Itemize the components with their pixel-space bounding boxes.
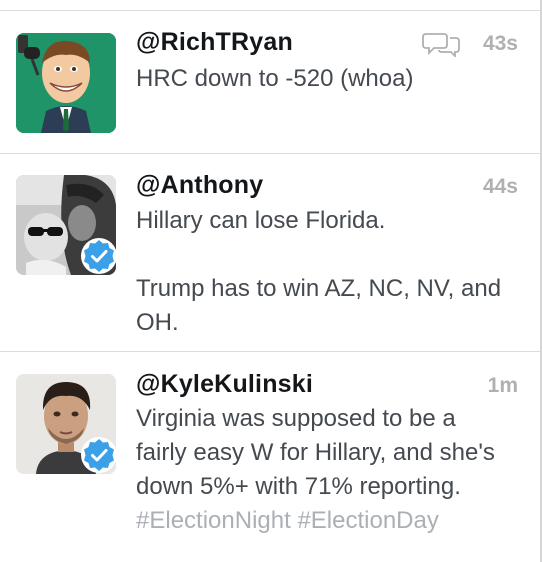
tweet-item[interactable]: @RichTRyan 43s HRC down to -520 (whoa) [0, 11, 540, 153]
avatar[interactable] [16, 33, 116, 133]
tweet-item[interactable]: @Anthony 44s Hillary can lose Florida. T… [0, 154, 540, 351]
tweet-text-line: Hillary can lose Florida. [136, 207, 386, 234]
verified-badge-icon [80, 237, 118, 275]
tweet-timestamp[interactable]: 44s [483, 175, 518, 199]
tweet-timestamp[interactable]: 1m [488, 374, 518, 398]
tweet-handle[interactable]: @Anthony [136, 171, 263, 200]
tweet-text: HRC down to -520 (whoa) [136, 62, 526, 96]
caricature-avatar-image [16, 33, 116, 133]
verified-badge-icon [80, 436, 118, 474]
tweet-handle[interactable]: @KyleKulinski [136, 370, 313, 399]
tweet-text-line: Trump has to win AZ, NC, NV, and OH. [136, 275, 502, 336]
tweet-text-line: HRC down to -520 (whoa) [136, 65, 414, 92]
tweet-text: Virginia was supposed to be a fairly eas… [136, 402, 511, 538]
tweet-text: Hillary can lose Florida. Trump has to w… [136, 204, 526, 340]
tweet-timestamp[interactable]: 43s [483, 32, 518, 56]
hashtag-link[interactable]: #ElectionNight [136, 507, 291, 534]
tweet-text-body: Virginia was supposed to be a fairly eas… [136, 405, 495, 500]
tweet-handle[interactable]: @RichTRyan [136, 28, 293, 57]
conversation-icon[interactable] [422, 31, 460, 57]
hashtag-link[interactable]: #ElectionDay [297, 507, 438, 534]
tweet-item[interactable]: @KyleKulinski 1m Virginia was supposed t… [0, 352, 540, 562]
